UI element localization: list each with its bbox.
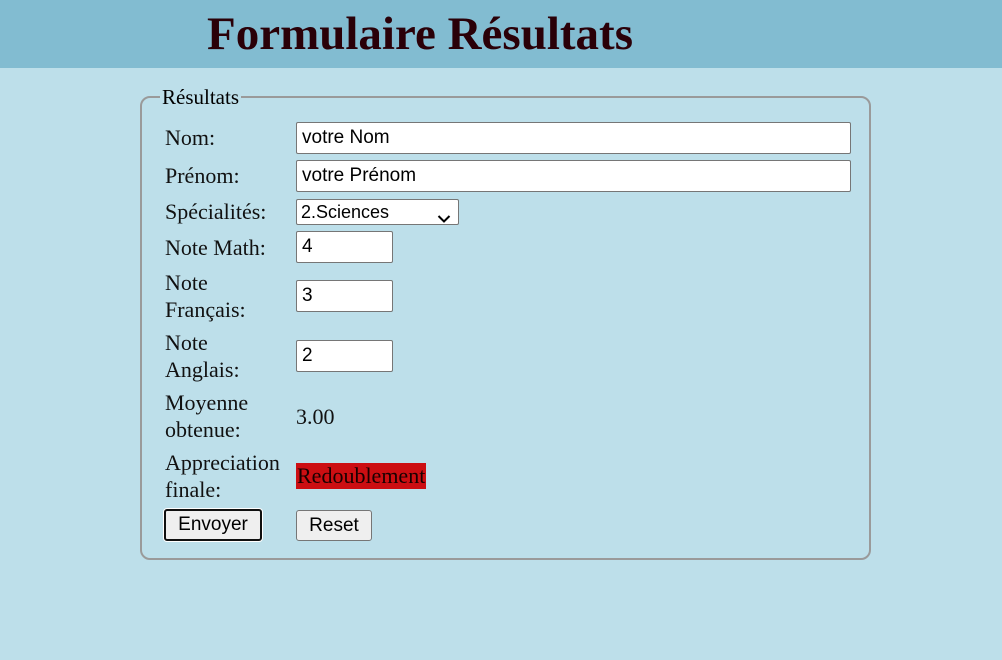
nom-label: Nom: — [165, 125, 216, 150]
note-math-label: Note Math: — [165, 235, 266, 260]
appreciation-value: Redoublement — [296, 463, 427, 489]
note-francais-label-line2: Français: — [165, 297, 246, 322]
moyenne-value: 3.00 — [296, 404, 335, 429]
page-header: Formulaire Résultats — [0, 0, 1002, 68]
page-title: Formulaire Résultats — [207, 8, 633, 60]
moyenne-label-line1: Moyenne — [165, 390, 249, 415]
note-francais-input[interactable]: 3 — [296, 280, 393, 312]
moyenne-label-line2: obtenue: — [165, 417, 241, 442]
nom-input[interactable]: votre Nom — [296, 122, 851, 154]
prenom-input[interactable]: votre Prénom — [296, 160, 851, 192]
note-francais-label-line1: Note — [165, 270, 208, 295]
appreciation-label-line1: Appreciation — [165, 450, 280, 475]
reset-button[interactable]: Reset — [296, 510, 372, 541]
note-anglais-label-line1: Note — [165, 330, 208, 355]
prenom-label: Prénom: — [165, 163, 240, 188]
fieldset-legend: Résultats — [160, 84, 241, 110]
appreciation-label-line2: finale: — [165, 477, 222, 502]
note-math-input[interactable]: 4 — [296, 231, 393, 263]
submit-button[interactable]: Envoyer — [164, 509, 262, 541]
specialites-selected-value: 2.Sciences — [301, 202, 390, 222]
chevron-down-icon — [437, 206, 451, 230]
specialites-select[interactable]: 2.Sciences — [296, 199, 459, 225]
note-anglais-label-line2: Anglais: — [165, 357, 240, 382]
specialites-label: Spécialités: — [165, 199, 267, 224]
note-anglais-input[interactable]: 2 — [296, 340, 393, 372]
